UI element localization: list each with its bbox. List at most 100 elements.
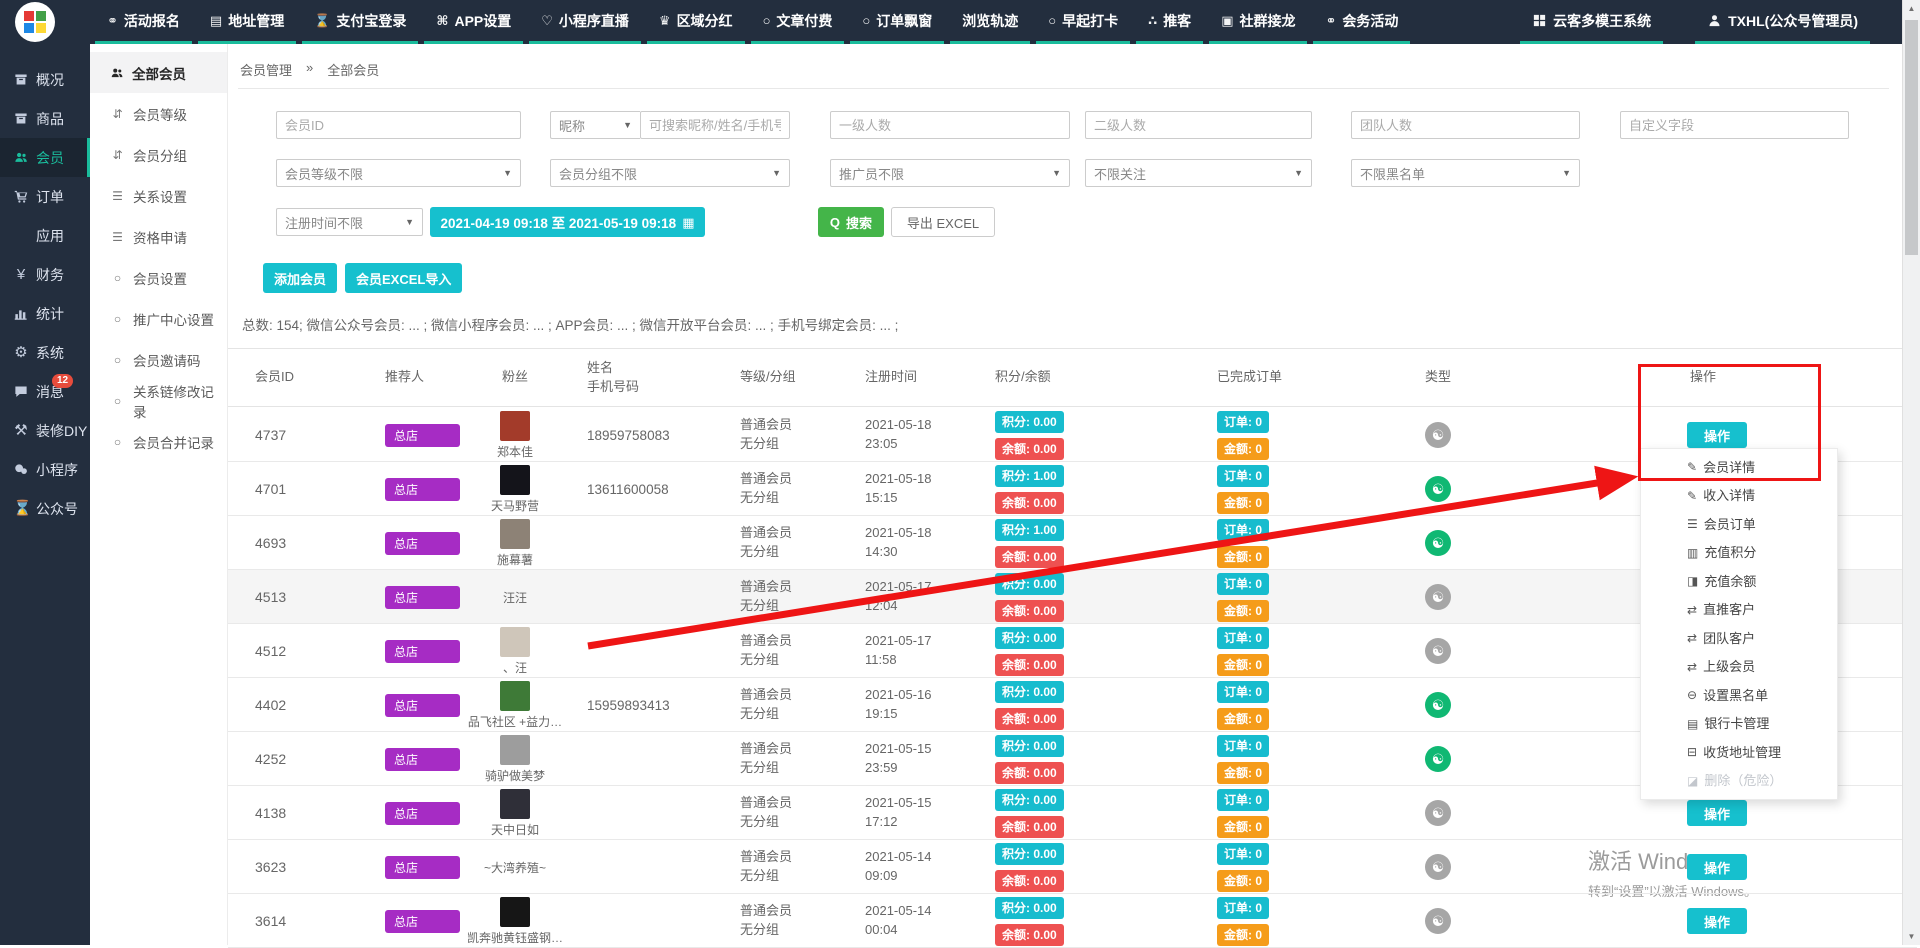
sidebar-item-statistics[interactable]: 统计 [0, 294, 90, 333]
scrollbar-thumb[interactable] [1905, 20, 1918, 255]
nav-item-morning-checkin[interactable]: ○早起打卡 [1036, 0, 1130, 44]
team-count-input[interactable] [1351, 111, 1580, 139]
referrer-badge[interactable]: 总店 [385, 748, 460, 771]
nav-item-miniprogram-live[interactable]: ♡小程序直播 [529, 0, 641, 44]
member-id-input[interactable] [276, 111, 521, 139]
level1-count-input[interactable] [830, 111, 1070, 139]
submenu-item-member-merge-log[interactable]: ○会员合并记录 [90, 421, 227, 462]
member-level-select[interactable]: 会员等级不限▼ [276, 159, 521, 187]
register-time-select[interactable]: 注册时间不限 ▼ [276, 208, 423, 236]
member-excel-import-button[interactable]: 会员EXCEL导入 [345, 263, 462, 293]
custom-field-input[interactable] [1620, 111, 1849, 139]
dropdown-item-member-detail[interactable]: ✎会员详情 [1641, 461, 1837, 474]
referrer-badge[interactable]: 总店 [385, 694, 460, 717]
sidebar-item-label: 系统 [36, 343, 64, 363]
dropdown-item-set-blacklist[interactable]: ⊖设置黑名单 [1641, 689, 1837, 702]
referrer-badge[interactable]: 总店 [385, 424, 460, 447]
avatar[interactable] [500, 465, 530, 495]
blacklist-select[interactable]: 不限黑名单▼ [1351, 159, 1580, 187]
sidebar-item-overview[interactable]: 概况 [0, 60, 90, 99]
dropdown-item-direct-customers[interactable]: ⇄直推客户 [1641, 603, 1837, 616]
sidebar-item-goods[interactable]: 商品 [0, 99, 90, 138]
register-time-cell: 2021-05-1517:12 [845, 794, 975, 832]
avatar[interactable] [500, 681, 530, 711]
avatar[interactable] [500, 519, 530, 549]
export-excel-button[interactable]: 导出 EXCEL [891, 207, 995, 237]
row-operation-button[interactable]: 操作 [1687, 422, 1747, 448]
referrer-badge[interactable]: 总店 [385, 640, 460, 663]
nav-item-activity-signup[interactable]: ⚭活动报名 [95, 0, 192, 44]
column-header: 积分/余额 [975, 368, 1200, 387]
nav-item-browse-history[interactable]: 浏览轨迹 [950, 0, 1030, 44]
dropdown-item-delete[interactable]: ◪删除（危险） [1641, 774, 1837, 787]
avatar[interactable] [500, 627, 530, 657]
nav-item-conference-activity[interactable]: ⚭会务活动 [1313, 0, 1410, 44]
sidebar-item-members[interactable]: 会员 [0, 138, 90, 177]
sidebar-item-miniprogram[interactable]: 小程序 [0, 450, 90, 489]
promoter-select[interactable]: 推广员不限▼ [830, 159, 1070, 187]
nav-item-address-management[interactable]: ▤地址管理 [198, 0, 296, 44]
row-operation-button[interactable]: 操作 [1687, 800, 1747, 826]
submenu-item-relation-settings[interactable]: ☰关系设置 [90, 175, 227, 216]
referrer-badge[interactable]: 总店 [385, 910, 460, 933]
nickname-type-select[interactable]: 昵称▼ [550, 111, 640, 139]
member-group-label: 无分组 [740, 651, 845, 670]
submenu-item-member-level[interactable]: ⇵会员等级 [90, 93, 227, 134]
submenu-item-member-invite-code[interactable]: ○会员邀请码 [90, 339, 227, 380]
referrer-badge[interactable]: 总店 [385, 802, 460, 825]
orders-amount-cell: 订单: 0金额: 0 [1200, 894, 1415, 948]
referrer-badge[interactable]: 总店 [385, 532, 460, 555]
nav-item-order-popup[interactable]: ○订单飘窗 [850, 0, 944, 44]
member-group-select[interactable]: 会员分组不限▼ [550, 159, 790, 187]
referrer-badge[interactable]: 总店 [385, 478, 460, 501]
search-button[interactable]: Q 搜索 [818, 207, 884, 237]
row-operation-button[interactable]: 操作 [1687, 908, 1747, 934]
dropdown-item-member-orders[interactable]: ☰会员订单 [1641, 518, 1837, 531]
avatar[interactable] [500, 897, 530, 927]
nav-item-app-settings[interactable]: ⌘APP设置 [424, 0, 523, 44]
sidebar-item-official-account[interactable]: ⌛公众号 [0, 489, 90, 528]
nav-item-tuike[interactable]: ∴推客 [1136, 0, 1203, 44]
sidebar-item-orders[interactable]: 订单 [0, 177, 90, 216]
submenu-item-relation-chain-log[interactable]: ○关系链修改记录 [90, 380, 227, 421]
dropdown-item-bank-card-management[interactable]: ▤银行卡管理 [1641, 717, 1837, 730]
submenu-item-member-group[interactable]: ⇵会员分组 [90, 134, 227, 175]
submenu-item-promotion-center-settings[interactable]: ○推广中心设置 [90, 298, 227, 339]
date-range-button[interactable]: 2021-04-19 09:18 至 2021-05-19 09:18 ▦ [430, 207, 705, 237]
nav-item-current-user[interactable]: TXHL(公众号管理员) [1695, 0, 1870, 44]
scrollbar-down-icon[interactable]: ▼ [1903, 932, 1920, 941]
submenu-item-qualification-apply[interactable]: ☰资格申请 [90, 216, 227, 257]
scrollbar-up-icon[interactable]: ▲ [1903, 4, 1920, 13]
referrer-badge[interactable]: 总店 [385, 856, 460, 879]
dropdown-item-superior-member[interactable]: ⇄上级会员 [1641, 660, 1837, 673]
sidebar-item-messages[interactable]: 消息12 [0, 372, 90, 411]
avatar[interactable] [500, 789, 530, 819]
row-operation-button[interactable]: 操作 [1687, 854, 1747, 880]
dropdown-item-recharge-balance[interactable]: ◨充值余额 [1641, 575, 1837, 588]
sidebar-item-decorate-diy[interactable]: ⚒装修DIY [0, 411, 90, 450]
nav-item-system-switcher[interactable]: 云客多模王系统 [1520, 0, 1663, 44]
dropdown-item-income-detail[interactable]: ✎收入详情 [1641, 489, 1837, 502]
breadcrumb-section[interactable]: 会员管理 [240, 60, 292, 79]
avatar[interactable] [500, 411, 530, 441]
nickname-search[interactable] [640, 111, 790, 139]
submenu-item-all-members[interactable]: 全部会员 [90, 52, 227, 93]
sidebar-item-apps[interactable]: 应用 [0, 216, 90, 255]
avatar[interactable] [500, 735, 530, 765]
dropdown-item-team-customers[interactable]: ⇄团队客户 [1641, 632, 1837, 645]
dropdown-item-recharge-points[interactable]: ▥充值积分 [1641, 546, 1837, 559]
nav-item-article-pay[interactable]: ○文章付费 [751, 0, 845, 44]
brand-logo[interactable] [15, 2, 55, 42]
sidebar-item-system[interactable]: ⚙系统 [0, 333, 90, 372]
sidebar-item-finance[interactable]: ¥财务 [0, 255, 90, 294]
follow-select[interactable]: 不限关注▼ [1085, 159, 1312, 187]
nav-item-region-dividend[interactable]: ♛区域分红 [647, 0, 745, 44]
add-member-button[interactable]: 添加会员 [263, 263, 337, 293]
nav-item-community-chain[interactable]: ▣社群接龙 [1209, 0, 1307, 44]
submenu-item-member-settings[interactable]: ○会员设置 [90, 257, 227, 298]
dropdown-item-shipping-address-management[interactable]: ⊟收货地址管理 [1641, 746, 1837, 759]
vertical-scrollbar[interactable]: ▲ ▼ [1902, 0, 1920, 945]
level2-count-input[interactable] [1085, 111, 1312, 139]
nav-item-alipay-login[interactable]: ⌛支付宝登录 [302, 0, 418, 44]
referrer-badge[interactable]: 总店 [385, 586, 460, 609]
